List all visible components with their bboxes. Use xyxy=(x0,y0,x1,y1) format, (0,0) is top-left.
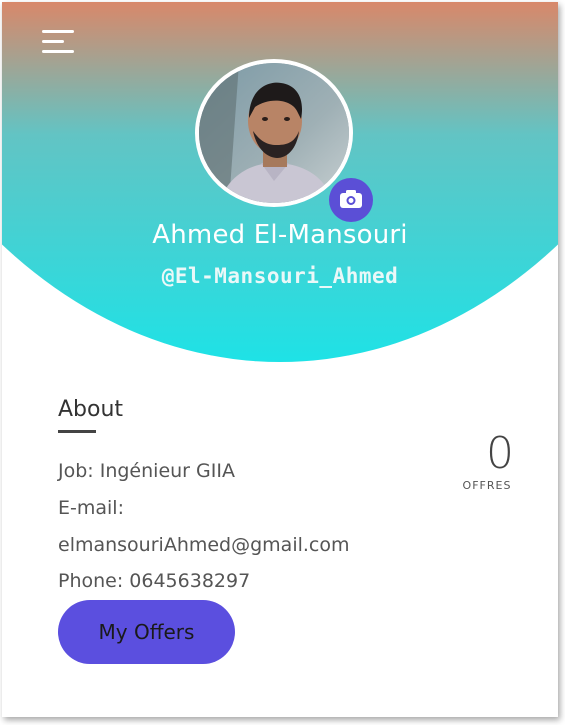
offers-label: OFFRES xyxy=(462,479,512,492)
profile-card: Ahmed El-Mansouri @El-Mansouri_Ahmed Abo… xyxy=(2,2,558,717)
about-heading: About xyxy=(58,397,124,422)
phone-text: Phone: 0645638297 xyxy=(58,570,251,592)
email-value: elmansouriAhmed@gmail.com xyxy=(58,534,350,556)
offers-count: 0 xyxy=(486,428,514,479)
avatar-container xyxy=(195,59,373,222)
hamburger-menu-icon[interactable] xyxy=(42,28,76,54)
profile-handle: @El-Mansouri_Ahmed xyxy=(161,264,399,288)
job-text: Job: Ingénieur GIIA xyxy=(58,460,235,482)
profile-header: Ahmed El-Mansouri @El-Mansouri_Ahmed xyxy=(2,2,558,362)
profile-name: Ahmed El-Mansouri xyxy=(152,220,408,250)
camera-icon xyxy=(340,190,362,208)
avatar-photo xyxy=(199,63,349,203)
change-photo-button[interactable] xyxy=(329,178,373,222)
email-label: E-mail: xyxy=(58,497,124,519)
my-offers-button[interactable]: My Offers xyxy=(58,600,235,664)
about-underline-divider xyxy=(58,430,96,433)
